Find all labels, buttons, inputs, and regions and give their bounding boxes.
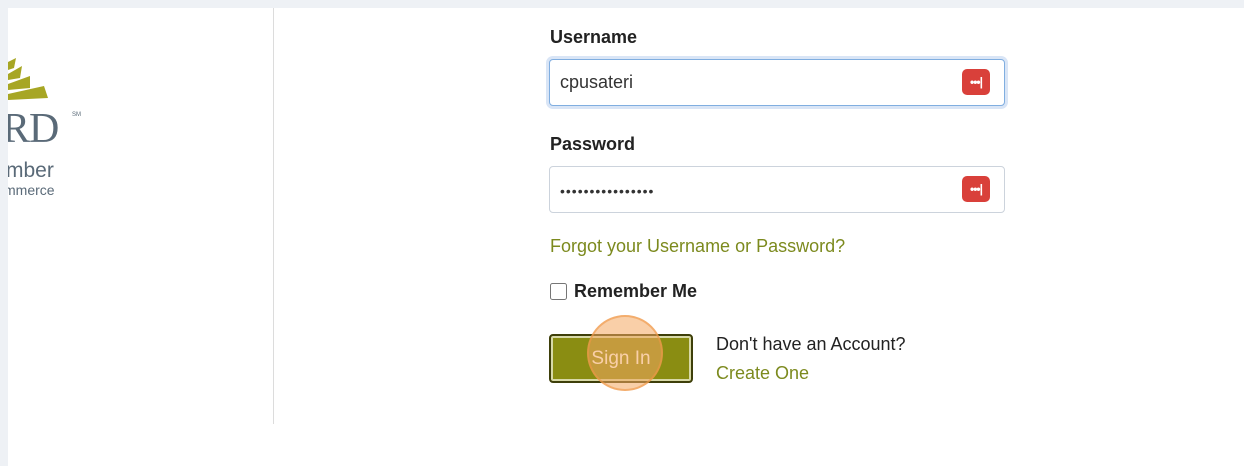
- remember-me-label: Remember Me: [574, 281, 698, 301]
- password-manager-icon[interactable]: •••|: [962, 176, 990, 202]
- logo-line-2: mmerce: [8, 182, 55, 198]
- remember-me[interactable]: Remember Me: [550, 281, 697, 302]
- password-manager-icon[interactable]: •••|: [962, 69, 990, 95]
- password-field[interactable]: •••|: [549, 166, 1005, 213]
- logo-line-1: mber: [8, 159, 54, 182]
- chamber-logo: RD SM mber mmerce: [8, 48, 98, 208]
- logo-letters: RD: [8, 106, 59, 152]
- username-field[interactable]: •••|: [549, 59, 1005, 106]
- login-page: RD SM mber mmerce Username •••| Password…: [8, 8, 1244, 466]
- forgot-credentials-link[interactable]: Forgot your Username or Password?: [550, 236, 845, 257]
- sign-in-button[interactable]: Sign In: [549, 334, 693, 383]
- username-label: Username: [550, 27, 638, 47]
- vertical-divider: [273, 8, 274, 424]
- username-input[interactable]: [560, 60, 950, 105]
- logo-chevron-icon: [8, 58, 48, 100]
- no-account-text: Don't have an Account?: [716, 334, 906, 354]
- logo-service-mark: SM: [72, 112, 81, 118]
- password-label: Password: [550, 134, 636, 154]
- password-input[interactable]: [560, 168, 950, 213]
- remember-me-checkbox[interactable]: [550, 283, 567, 300]
- create-account-link[interactable]: Create One: [716, 363, 809, 384]
